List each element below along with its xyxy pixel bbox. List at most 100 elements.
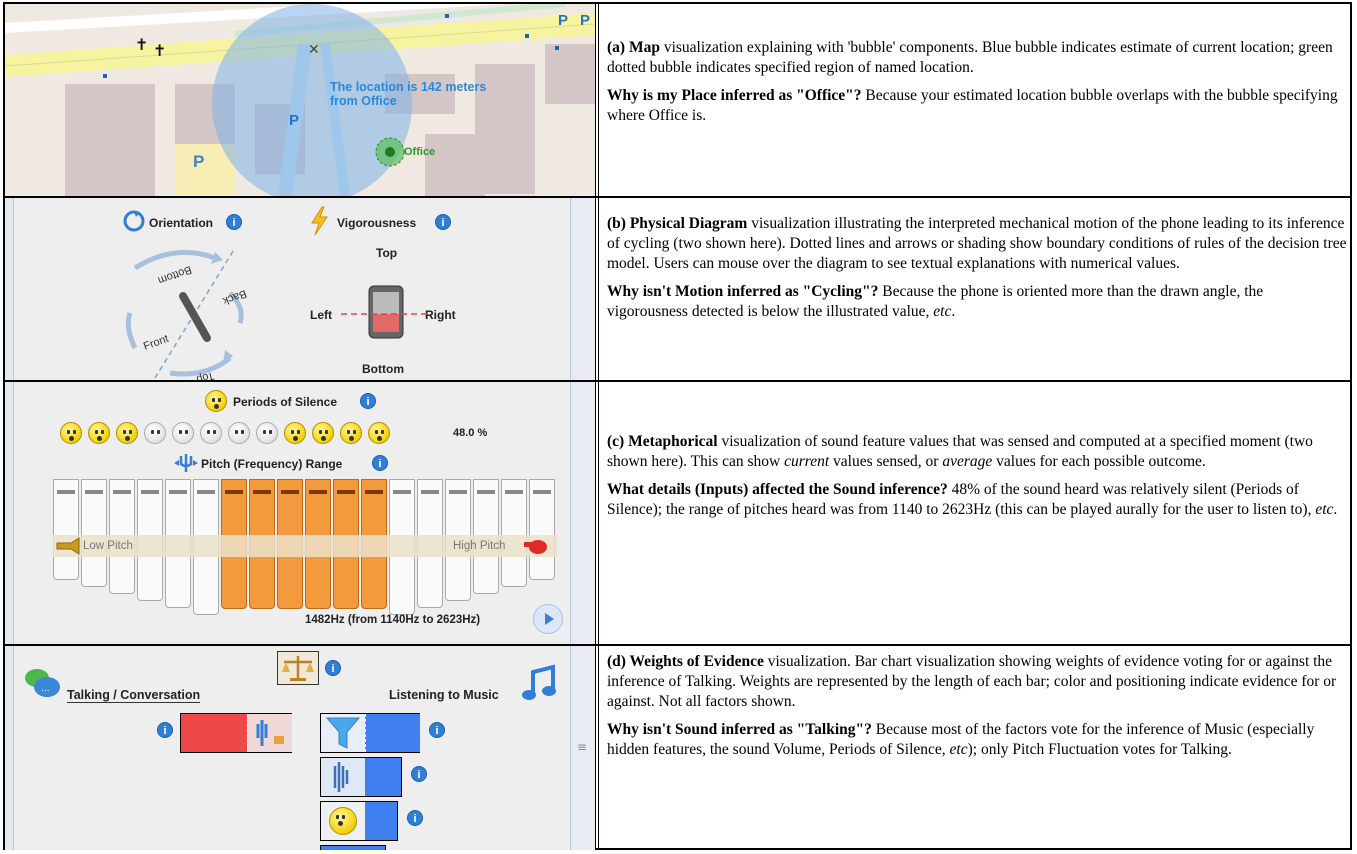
play-icon bbox=[545, 613, 554, 625]
pitch-fluctuation-icon bbox=[247, 714, 292, 752]
caption-etc: etc bbox=[1315, 501, 1334, 518]
smiley-silent-icon bbox=[144, 422, 166, 444]
location-distance-label: The location is 142 meters from Office bbox=[330, 80, 487, 108]
pitch-readout: 1482Hz (from 1140Hz to 2623Hz) bbox=[305, 614, 481, 626]
scroll-grip-icon[interactable]: ≡ bbox=[577, 740, 587, 754]
metaphorical-panel: Periods of Silence i 48.0 % Pitch (Frequ… bbox=[5, 382, 595, 644]
vigorousness-label: Vigorousness bbox=[337, 216, 417, 230]
weight-bar-music[interactable] bbox=[320, 713, 420, 753]
caption-emphasis: average bbox=[942, 453, 993, 470]
weight-bar-music[interactable] bbox=[320, 757, 402, 797]
svg-text:...: ... bbox=[41, 684, 50, 694]
svg-text:Bottom: Bottom bbox=[156, 263, 193, 286]
trumpet-icon bbox=[56, 537, 80, 555]
caption-question: Why isn't Motion inferred as "Cycling"? bbox=[607, 283, 879, 300]
caption-answer-end: . bbox=[951, 303, 956, 320]
silence-label: Periods of Silence bbox=[233, 395, 338, 409]
weight-bar-music[interactable] bbox=[320, 845, 386, 850]
tuning-fork-icon bbox=[174, 454, 198, 472]
music-note-icon bbox=[522, 664, 556, 700]
info-icon[interactable]: i bbox=[429, 722, 445, 738]
talking-bar-color bbox=[181, 714, 247, 752]
weight-bar-talking[interactable] bbox=[180, 713, 292, 753]
pitch-pipe bbox=[81, 479, 107, 587]
whistle-icon bbox=[524, 540, 547, 554]
info-icon[interactable]: i bbox=[407, 810, 423, 826]
info-icon[interactable]: i bbox=[435, 214, 451, 230]
svg-text:Front: Front bbox=[142, 333, 170, 353]
balance-scale-icon bbox=[277, 651, 319, 685]
parking-icon: P bbox=[289, 112, 300, 129]
caption-question: Why is my Place inferred as "Office"? bbox=[607, 87, 862, 104]
talking-label: Talking / Conversation bbox=[67, 688, 201, 703]
smiley-sound-icon bbox=[284, 422, 306, 444]
smiley-sound-icon bbox=[60, 422, 82, 444]
smiley-sound-icon bbox=[340, 422, 362, 444]
caption-etc: etc bbox=[933, 303, 952, 320]
pitch-pipe bbox=[529, 479, 555, 580]
info-icon[interactable]: i bbox=[226, 214, 242, 230]
smiley-silent-icon bbox=[200, 422, 222, 444]
music-bar-fill bbox=[365, 758, 401, 796]
caption-answer-end: . bbox=[1333, 501, 1338, 518]
smiley-silent-icon bbox=[228, 422, 250, 444]
silence-smiley-row bbox=[60, 422, 390, 444]
info-icon[interactable]: i bbox=[325, 660, 341, 676]
info-icon[interactable]: i bbox=[157, 722, 173, 738]
lightning-icon bbox=[311, 206, 328, 236]
smiley-silent-icon bbox=[256, 422, 278, 444]
svg-text:✝: ✝ bbox=[153, 41, 166, 60]
caption-question: Why isn't Sound inferred as "Talking"? bbox=[607, 721, 872, 738]
weights-panel: ≡ ... Talking / Conversation Listening t… bbox=[5, 646, 595, 850]
info-icon[interactable]: i bbox=[372, 455, 388, 471]
caption-emphasis: current bbox=[784, 453, 830, 470]
svg-text:✕: ✕ bbox=[308, 42, 320, 58]
silence-value: 48.0 % bbox=[453, 427, 488, 439]
rotate-icon bbox=[123, 210, 145, 232]
caption-text: values sensed, or bbox=[829, 453, 943, 470]
caption-d: (d) Weights of Evidence visualization. B… bbox=[607, 652, 1347, 768]
volume-icon bbox=[321, 758, 365, 796]
map-panel: ✝ ✝ ✕ The location is 142 meters from Of… bbox=[5, 4, 595, 196]
caption-question: What details (Inputs) affected the Sound… bbox=[607, 481, 948, 498]
info-icon[interactable]: i bbox=[360, 393, 376, 409]
low-pitch-label: Low Pitch bbox=[83, 540, 133, 552]
caption-text: values for each possible outcome. bbox=[992, 453, 1206, 470]
music-bar-fill bbox=[365, 802, 397, 840]
caption-b: (b) Physical Diagram visualization illus… bbox=[607, 214, 1347, 330]
svg-text:Back: Back bbox=[221, 287, 249, 307]
caption-title: (d) Weights of Evidence bbox=[607, 653, 764, 670]
smiley-icon bbox=[205, 390, 227, 412]
smiley-sound-icon bbox=[88, 422, 110, 444]
weight-bar-music[interactable] bbox=[320, 801, 398, 841]
silence-icon bbox=[321, 802, 365, 840]
smiley-silent-icon bbox=[172, 422, 194, 444]
caption-title: (b) Physical Diagram bbox=[607, 215, 748, 232]
parking-icon: P bbox=[558, 12, 569, 29]
caption-etc: etc bbox=[949, 741, 968, 758]
filter-icon bbox=[321, 714, 365, 752]
bottom-label: Bottom bbox=[362, 362, 404, 376]
caption-c: (c) Metaphorical visualization of sound … bbox=[607, 432, 1347, 528]
physical-diagram-panel: Orientation i Vigorousness i Bottom Back… bbox=[5, 198, 595, 380]
caption-a: (a) Map visualization explaining with 'b… bbox=[607, 38, 1347, 134]
pitch-range-label: Pitch (Frequency) Range bbox=[201, 457, 343, 471]
smiley-sound-icon bbox=[368, 422, 390, 444]
smiley-sound-icon bbox=[312, 422, 334, 444]
office-label: Office bbox=[404, 146, 436, 158]
parking-icon: P bbox=[193, 152, 205, 171]
caption-title: (c) Metaphorical bbox=[607, 433, 718, 450]
music-bar-fill bbox=[365, 714, 420, 752]
info-icon[interactable]: i bbox=[411, 766, 427, 782]
svg-text:✝: ✝ bbox=[135, 35, 148, 54]
left-label: Left bbox=[310, 308, 332, 322]
top-label: Top bbox=[376, 246, 398, 260]
play-button[interactable] bbox=[533, 604, 563, 634]
phone-icon bbox=[341, 285, 431, 339]
orientation-label: Orientation bbox=[149, 216, 214, 230]
smiley-sound-icon bbox=[116, 422, 138, 444]
pitch-pipe bbox=[53, 479, 79, 580]
chat-bubbles-icon: ... bbox=[25, 669, 60, 697]
parking-icon: P bbox=[580, 12, 591, 29]
caption-title: (a) Map bbox=[607, 39, 660, 56]
